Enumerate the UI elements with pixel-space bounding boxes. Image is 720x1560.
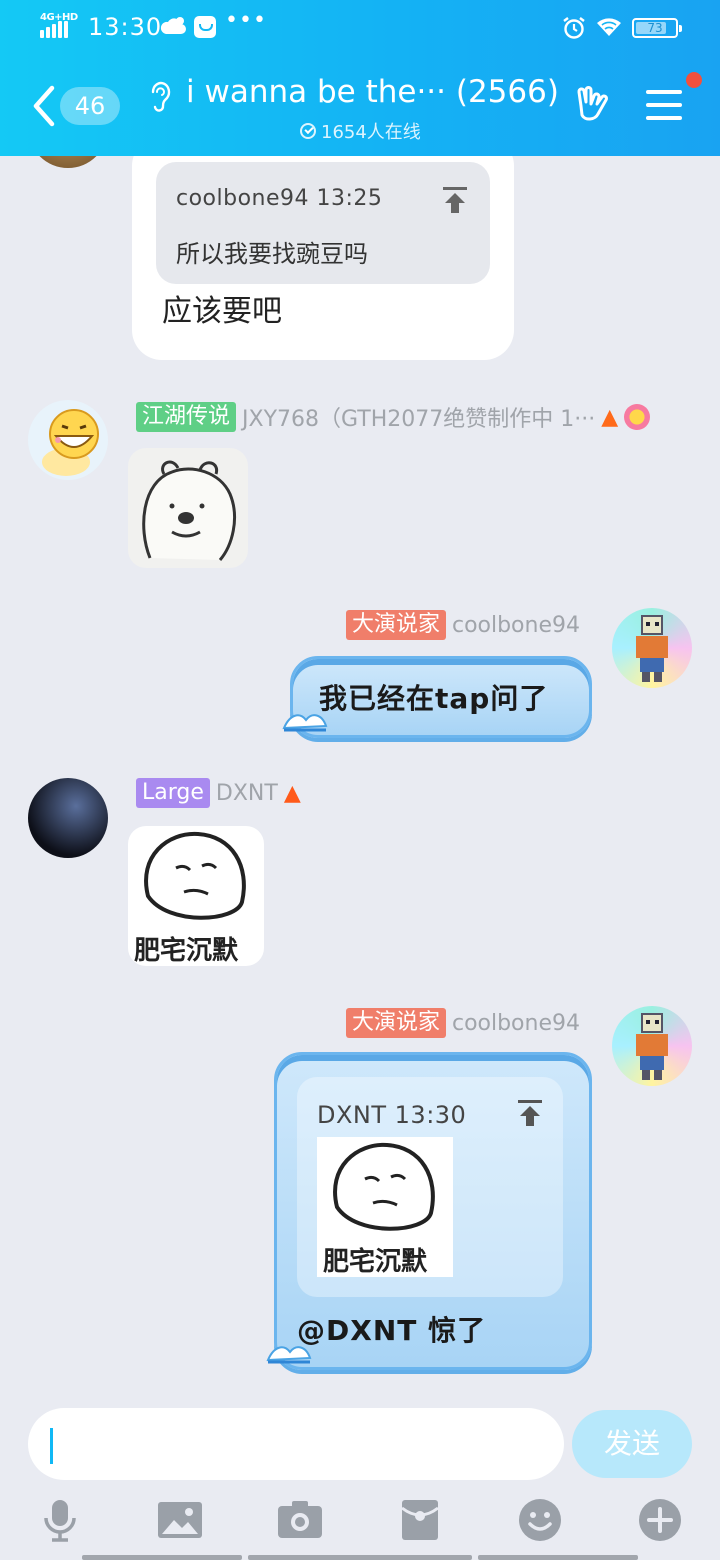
message-bubble[interactable]: DXNT 13:30 肥宅沉默 @DXNT 惊了 xyxy=(274,1052,592,1370)
message-input[interactable] xyxy=(28,1408,564,1480)
online-check-icon xyxy=(300,123,316,139)
microphone-icon[interactable] xyxy=(38,1498,82,1542)
sender-line: 江湖传说 JXY768（GTH2077绝赞制作中 1··· ▲ xyxy=(136,401,651,433)
pixel-skeleton-avatar xyxy=(636,615,668,682)
rock-hand-icon[interactable] xyxy=(572,84,612,124)
quoted-message[interactable]: DXNT 13:30 肥宅沉默 xyxy=(297,1077,563,1297)
red-packet-icon[interactable] xyxy=(398,1498,442,1542)
battery-level: 73 xyxy=(647,21,663,35)
sender-name[interactable]: coolbone94 xyxy=(452,1011,580,1036)
avatar[interactable] xyxy=(28,778,108,858)
battery-icon: 73 xyxy=(632,18,682,38)
camera-icon[interactable] xyxy=(278,1498,322,1542)
sender-line: 大演说家 coolbone94 xyxy=(345,610,580,640)
status-time: 13:30 xyxy=(88,13,163,41)
avatar[interactable] xyxy=(612,608,692,688)
message-text: 我已经在tap问了 xyxy=(319,682,549,715)
sticker-caption: 肥宅沉默 xyxy=(134,936,239,966)
emoji-avatar-image xyxy=(42,409,99,476)
sender-line: 大演说家 coolbone94 xyxy=(345,1008,580,1038)
image-icon[interactable] xyxy=(158,1498,202,1542)
jump-to-top-icon[interactable] xyxy=(517,1099,543,1127)
message-text: 应该要吧 xyxy=(162,294,282,329)
send-button[interactable]: 发送 xyxy=(572,1410,692,1478)
group-title[interactable]: i wanna be the··· (2566) xyxy=(186,74,558,110)
quote-header: DXNT 13:30 xyxy=(317,1101,467,1129)
quote-text: 所以我要找豌豆吗 xyxy=(176,240,368,268)
plus-icon[interactable] xyxy=(638,1498,682,1542)
sender-line: Large DXNT ▲ xyxy=(136,778,301,808)
toolbar xyxy=(0,1498,720,1550)
signal-icon: 4G+HD xyxy=(38,12,78,40)
home-indicator xyxy=(248,1555,472,1560)
sticker-image[interactable] xyxy=(128,448,248,568)
title-tag: 江湖传说 xyxy=(136,402,237,432)
home-indicator xyxy=(82,1555,242,1560)
wave-decoration-icon xyxy=(266,1346,312,1364)
blob-face-sticker xyxy=(333,1142,435,1231)
fire-icon: ▲ xyxy=(283,780,301,806)
unread-count-badge[interactable]: 46 xyxy=(60,87,120,125)
notification-dot xyxy=(686,72,702,88)
avatar[interactable] xyxy=(28,156,108,168)
message-text: @DXNT 惊了 xyxy=(297,1314,487,1347)
top-bar: 4G+HD 13:30 ••• 73 46 i wanna be the··· … xyxy=(0,0,720,156)
fire-icon: ▲ xyxy=(601,404,619,430)
quoted-sticker[interactable]: 肥宅沉默 xyxy=(317,1137,453,1277)
sender-name[interactable]: DXNT xyxy=(216,781,278,806)
home-indicator xyxy=(478,1555,638,1560)
sticker-image[interactable]: 肥宅沉默 xyxy=(128,826,264,966)
hamster-sticker xyxy=(142,460,237,561)
avatar[interactable] xyxy=(612,1006,692,1086)
text-caret xyxy=(50,1428,53,1464)
wave-decoration-icon xyxy=(282,714,328,732)
jump-to-top-icon[interactable] xyxy=(442,186,468,214)
ear-icon xyxy=(151,81,171,112)
back-chevron-icon[interactable] xyxy=(30,84,60,128)
pixel-skeleton-avatar xyxy=(636,1013,668,1080)
avatar[interactable] xyxy=(28,400,108,480)
title-tag: Large xyxy=(136,778,210,808)
quoted-message[interactable]: coolbone94 13:25 所以我要找豌豆吗 xyxy=(156,162,490,284)
input-bar: 发送 xyxy=(0,1394,720,1560)
status-overflow-icon: ••• xyxy=(225,8,267,33)
blob-face-sticker xyxy=(144,831,246,920)
online-status[interactable]: 1654人在线 xyxy=(300,118,421,144)
notification-message-icon xyxy=(194,16,216,38)
quote-header: coolbone94 13:25 xyxy=(176,186,383,211)
alarm-icon xyxy=(563,17,585,39)
online-count: 1654人在线 xyxy=(321,122,421,143)
title-tag: 大演说家 xyxy=(345,610,446,640)
menu-icon[interactable] xyxy=(646,88,682,122)
status-bar: 4G+HD 13:30 ••• 73 xyxy=(0,0,720,56)
sender-name[interactable]: JXY768（GTH2077绝赞制作中 1··· xyxy=(242,401,595,433)
chat-area[interactable]: coolbone94 13:25 所以我要找豌豆吗 应该要吧 江湖传说 JXY7… xyxy=(0,156,720,1394)
message-bubble[interactable]: 我已经在tap问了 xyxy=(290,656,592,738)
title-tag: 大演说家 xyxy=(345,1008,446,1038)
flower-icon xyxy=(624,404,651,430)
sender-name[interactable]: coolbone94 xyxy=(452,613,580,638)
wifi-icon xyxy=(597,18,621,36)
sticker-caption: 肥宅沉默 xyxy=(323,1247,428,1277)
emoji-icon[interactable] xyxy=(518,1498,562,1542)
weather-cloud-icon xyxy=(160,17,186,34)
message-bubble[interactable]: coolbone94 13:25 所以我要找豌豆吗 应该要吧 xyxy=(132,156,514,360)
